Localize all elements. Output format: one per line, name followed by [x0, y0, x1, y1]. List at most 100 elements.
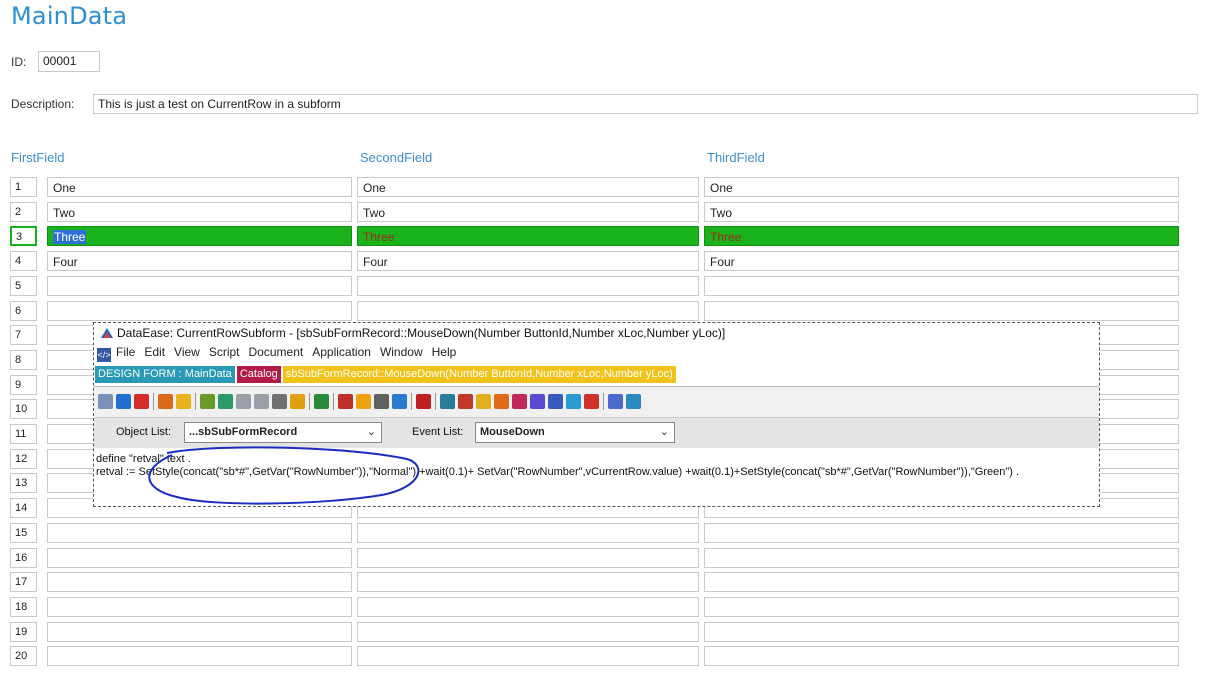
tree-icon[interactable] — [566, 394, 581, 409]
menu-document[interactable]: Document — [249, 345, 304, 359]
cell-second-field[interactable] — [357, 523, 699, 543]
arrow-icon[interactable] — [116, 394, 131, 409]
cut-icon[interactable] — [176, 394, 191, 409]
tab-catalog[interactable]: Catalog — [236, 366, 281, 383]
menu-script[interactable]: Script — [209, 345, 240, 359]
cell-first-field[interactable]: Three — [47, 226, 352, 246]
menu-file[interactable]: File — [116, 345, 135, 359]
cell-first-field[interactable] — [47, 572, 352, 592]
menu-help[interactable]: Help — [432, 345, 457, 359]
cell-second-field[interactable] — [357, 597, 699, 617]
row-number: 1 — [10, 177, 37, 197]
doc-icon[interactable] — [440, 394, 455, 409]
cell-first-field[interactable] — [47, 523, 352, 543]
row-number: 17 — [10, 572, 37, 592]
disk-icon[interactable] — [548, 394, 563, 409]
toolbar-separator — [435, 393, 436, 410]
menu-view[interactable]: View — [174, 345, 200, 359]
redo-icon[interactable] — [254, 394, 269, 409]
cell-first-field[interactable] — [47, 597, 352, 617]
cell-second-field[interactable] — [357, 646, 699, 666]
paste-icon[interactable] — [218, 394, 233, 409]
cell-text: Four — [363, 255, 388, 269]
cell-first-field[interactable] — [47, 622, 352, 642]
export-icon[interactable] — [626, 394, 641, 409]
cell-second-field[interactable] — [357, 276, 699, 296]
cell-third-field[interactable] — [704, 276, 1179, 296]
toolbar-separator — [333, 393, 334, 410]
column-header-third: ThirdField — [707, 150, 765, 165]
undo-icon[interactable] — [236, 394, 251, 409]
cell-first-field[interactable]: One — [47, 177, 352, 197]
cell-first-field[interactable]: Two — [47, 202, 352, 222]
window-icon[interactable] — [392, 394, 407, 409]
folder-icon[interactable] — [476, 394, 491, 409]
gear-icon[interactable] — [158, 394, 173, 409]
cell-first-field[interactable] — [47, 646, 352, 666]
object-list-value: ...sbSubFormRecord — [189, 426, 298, 438]
tab-design-form[interactable]: DESIGN FORM : MainData — [95, 366, 235, 383]
cell-text: Two — [53, 206, 76, 220]
cell-first-field[interactable]: Four — [47, 251, 352, 271]
row-number: 11 — [10, 424, 37, 444]
row-number: 13 — [10, 473, 37, 493]
cell-third-field[interactable] — [704, 301, 1179, 321]
column-header-second: SecondField — [360, 150, 433, 165]
cell-third-field[interactable] — [704, 622, 1179, 642]
tab-mousedown-script[interactable]: sbSubFormRecord::MouseDown(Number Button… — [282, 366, 676, 383]
toolbar-separator — [603, 393, 604, 410]
cell-third-field[interactable] — [704, 548, 1179, 568]
menu-edit[interactable]: Edit — [144, 345, 165, 359]
menu-application[interactable]: Application — [312, 345, 371, 359]
copy-icon[interactable] — [200, 394, 215, 409]
toolbar-separator — [153, 393, 154, 410]
cell-second-field[interactable]: Two — [357, 202, 699, 222]
event-list-select[interactable]: MouseDown ⌄ — [475, 422, 675, 443]
settings-icon[interactable] — [608, 394, 623, 409]
cell-third-field[interactable]: One — [704, 177, 1179, 197]
row-number: 20 — [10, 646, 37, 666]
cell-first-field[interactable] — [47, 548, 352, 568]
object-list-select[interactable]: ...sbSubFormRecord ⌄ — [184, 422, 382, 443]
user-icon[interactable] — [530, 394, 545, 409]
cell-first-field[interactable] — [47, 301, 352, 321]
stop-icon[interactable] — [272, 394, 287, 409]
editor-tabs: DESIGN FORM : MainData Catalog sbSubFormRe… — [95, 366, 678, 384]
replace-icon[interactable] — [338, 394, 353, 409]
cell-third-field[interactable] — [704, 523, 1179, 543]
cell-second-field[interactable] — [357, 622, 699, 642]
search-icon[interactable] — [314, 394, 329, 409]
save-icon[interactable] — [134, 394, 149, 409]
print-icon[interactable] — [458, 394, 473, 409]
cell-second-field[interactable] — [357, 548, 699, 568]
relation-icon[interactable] — [584, 394, 599, 409]
cell-third-field[interactable]: Two — [704, 202, 1179, 222]
description-label: Description: — [11, 97, 75, 111]
toolbar-separator — [411, 393, 412, 410]
cell-third-field[interactable]: Three — [704, 226, 1179, 246]
editor-title-bar[interactable]: DataEase: CurrentRowSubform - [sbSubForm… — [100, 326, 725, 340]
chart-icon[interactable] — [494, 394, 509, 409]
cell-second-field[interactable] — [357, 301, 699, 321]
cell-third-field[interactable] — [704, 597, 1179, 617]
description-field[interactable]: This is just a test on CurrentRow in a s… — [93, 94, 1198, 114]
cell-second-field[interactable]: Three — [357, 226, 699, 246]
design-icon[interactable] — [98, 394, 113, 409]
cell-second-field[interactable]: Four — [357, 251, 699, 271]
cell-third-field[interactable] — [704, 646, 1179, 666]
cell-second-field[interactable] — [357, 572, 699, 592]
cell-text: Two — [363, 206, 386, 220]
delete-icon[interactable] — [416, 394, 431, 409]
back-icon[interactable] — [290, 394, 305, 409]
cell-second-field[interactable]: One — [357, 177, 699, 197]
toolbar-separator — [195, 393, 196, 410]
script-icon: </> — [97, 348, 111, 362]
cell-first-field[interactable] — [47, 276, 352, 296]
id-field[interactable]: 00001 — [38, 51, 100, 72]
forward-icon[interactable] — [356, 394, 371, 409]
run-icon[interactable] — [374, 394, 389, 409]
menu-window[interactable]: Window — [380, 345, 423, 359]
grid-icon[interactable] — [512, 394, 527, 409]
cell-third-field[interactable]: Four — [704, 251, 1179, 271]
cell-third-field[interactable] — [704, 572, 1179, 592]
